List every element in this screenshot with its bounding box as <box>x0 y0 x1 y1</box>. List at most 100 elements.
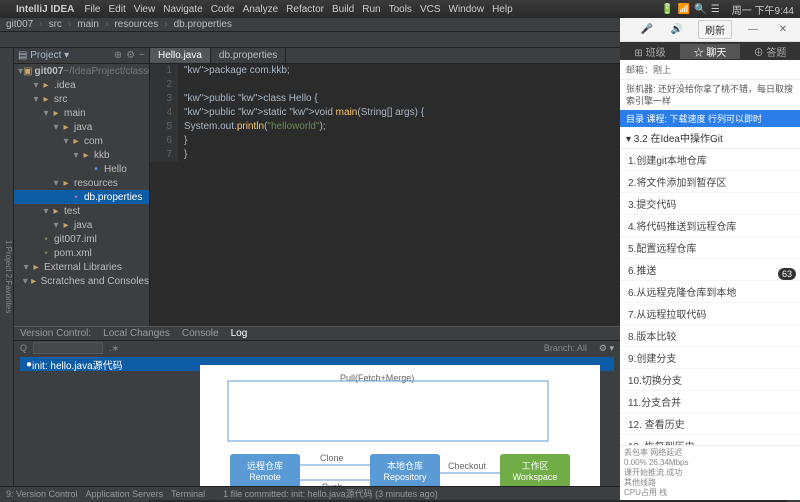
badge-count: 63 <box>778 268 796 280</box>
chat-tab[interactable]: ⊞ 班级 <box>620 44 680 59</box>
menu-refactor[interactable]: Refactor <box>286 4 324 15</box>
chat-message: 张机器: 还好没给你拿了桃不错，每日取搜索引擎一样 <box>620 80 800 110</box>
toc-item[interactable]: 6.从远程克隆仓库到本地 <box>620 281 800 303</box>
speaker-icon[interactable]: 🔊 <box>668 21 686 39</box>
tree-item[interactable]: ▾▸.idea <box>14 78 149 92</box>
menu-help[interactable]: Help <box>492 4 513 15</box>
svg-text:Checkout: Checkout <box>448 461 487 471</box>
toc-item[interactable]: 2.将文件添加到暂存区 <box>620 171 800 193</box>
branch-filter[interactable]: Branch: All <box>544 343 587 353</box>
toc-section-title[interactable]: ▾ 3.2 在Idea中操作Git <box>620 127 800 149</box>
menu-tools[interactable]: Tools <box>389 4 412 15</box>
toc-item[interactable]: 7.从远程拉取代码 <box>620 303 800 325</box>
gear-icon[interactable]: ⚙ <box>126 50 135 61</box>
crumb-segment[interactable]: resources <box>114 19 158 30</box>
menu-code[interactable]: Code <box>211 4 235 15</box>
remote-box: 远程仓库Remote <box>230 454 300 490</box>
crumb-segment[interactable]: main <box>77 19 99 30</box>
menu-navigate[interactable]: Navigate <box>163 4 202 15</box>
mac-menubar: IntelliJ IDEA File Edit View Navigate Code An… <box>0 0 800 18</box>
menu-window[interactable]: Window <box>449 4 485 15</box>
menu-view[interactable]: View <box>134 4 156 15</box>
tree-item[interactable]: ▾▸src <box>14 92 149 106</box>
tree-item[interactable]: •pom.xml <box>14 246 149 260</box>
chat-subheader: 邮箱：刚上 <box>620 60 800 80</box>
menu-run[interactable]: Run <box>362 4 380 15</box>
toc-header: 目录 课程: 下载速度 行列可以即时 <box>620 110 800 127</box>
left-tool-strip[interactable]: 1:Project 2:Favorites <box>0 48 14 502</box>
toc-item[interactable]: 3.提交代码 <box>620 193 800 215</box>
vcs-tab[interactable]: Console <box>182 328 219 339</box>
tree-item[interactable]: •git007.iml <box>14 232 149 246</box>
toc-item[interactable]: 5.配置远程仓库 <box>620 237 800 259</box>
status-message: 1 file committed: init: hello.java源代码 (3… <box>223 487 438 500</box>
mic-icon[interactable]: 🎤 <box>638 21 656 39</box>
toc-item[interactable]: 1.创建git本地仓库 <box>620 149 800 171</box>
vcs-tab[interactable]: Log <box>231 328 248 339</box>
chat-tabs: ⊞ 班级☆ 聊天⊕ 答题 <box>620 42 800 60</box>
crumb-segment[interactable]: db.properties <box>174 19 232 30</box>
git-diagram: Pull(Fetch+Merge) Clone Push Checkout 远程… <box>200 365 600 500</box>
editor-tab[interactable]: Hello.java <box>150 48 211 63</box>
toc-item[interactable]: 13. 恢复到历史 <box>620 435 800 445</box>
menubar-icon[interactable]: 📶 <box>678 4 690 15</box>
menu-analyze[interactable]: Analyze <box>243 4 279 15</box>
tree-item[interactable]: ▾▸java <box>14 218 149 232</box>
regex-icon[interactable]: .∗ <box>109 343 119 354</box>
status-item[interactable]: Application Servers <box>86 489 164 499</box>
tree-item[interactable]: •Hello <box>14 162 149 176</box>
menubar-icon[interactable]: ☰ <box>711 4 720 15</box>
status-item[interactable]: 9: Version Control <box>6 489 78 499</box>
course-panel: 🎤 🔊 刷新 — ✕ ⊞ 班级☆ 聊天⊕ 答题 邮箱：刚上 张机器: 还好没给你… <box>620 18 800 500</box>
chat-tab[interactable]: ⊕ 答题 <box>740 44 800 59</box>
toc-item[interactable]: 4.将代码推送到远程仓库 <box>620 215 800 237</box>
vcs-tab[interactable]: Version Control: <box>20 328 91 339</box>
tree-item[interactable]: ▾▸com <box>14 134 149 148</box>
source-code[interactable]: "kw">package com.kkb; "kw">public "kw">c… <box>178 64 424 162</box>
app-name: IntelliJ IDEA <box>16 4 74 15</box>
close-icon[interactable]: ✕ <box>774 21 792 39</box>
menu-vcs[interactable]: VCS <box>420 4 441 15</box>
workspace-box: 工作区Workspace <box>500 454 570 490</box>
gutter: 1234567 <box>150 64 178 162</box>
status-item[interactable]: Terminal <box>171 489 205 499</box>
refresh-button[interactable]: 刷新 <box>698 20 732 39</box>
toc-item[interactable]: 9.创建分支 <box>620 347 800 369</box>
repo-box: 本地仓库Repository <box>370 454 440 490</box>
tree-item[interactable]: ▾▸External Libraries <box>14 260 149 274</box>
hide-icon[interactable]: − <box>139 50 145 61</box>
menu-edit[interactable]: Edit <box>108 4 125 15</box>
toc-item[interactable]: 12. 查看历史 <box>620 413 800 435</box>
vcs-search-input[interactable] <box>33 342 103 354</box>
clock: 周一 下午9:44 <box>732 2 794 17</box>
tree-item[interactable]: ▾▸main <box>14 106 149 120</box>
toc-item[interactable]: 10.切换分支 <box>620 369 800 391</box>
chat-tab[interactable]: ☆ 聊天 <box>680 44 740 59</box>
crumb-segment[interactable]: src <box>49 19 62 30</box>
tree-item[interactable]: ▾▸resources <box>14 176 149 190</box>
tree-item[interactable]: ▾▸Scratches and Consoles <box>14 274 149 288</box>
minimize-icon[interactable]: — <box>744 21 762 39</box>
toc-item[interactable]: 8.版本比较 <box>620 325 800 347</box>
menubar-icon[interactable]: 🔍 <box>694 4 706 15</box>
gear-icon[interactable]: ⚙ ▾ <box>599 343 614 354</box>
menu-file[interactable]: File <box>84 4 100 15</box>
toc-item[interactable]: 11.分支合并 <box>620 391 800 413</box>
crumb-segment[interactable]: git007 <box>6 19 33 30</box>
tree-item[interactable]: ▾▸java <box>14 120 149 134</box>
tree-item[interactable]: •db.properties <box>14 190 149 204</box>
editor-tab[interactable]: db.properties <box>211 48 286 63</box>
project-view-selector[interactable]: ▤ Project ▾ <box>18 50 69 61</box>
menubar-icon[interactable]: 🔋 <box>661 4 673 15</box>
project-tree[interactable]: ▾▣git007 ~/IdeaProject/class00 ▾▸.idea▾▸… <box>14 64 149 288</box>
collapse-icon[interactable]: ⊕ <box>114 50 122 61</box>
tree-item[interactable]: ▾▸test <box>14 204 149 218</box>
menu-build[interactable]: Build <box>332 4 354 15</box>
chat-footer: 丢包率 网络延迟0.00% 26.34Mbps课开始推流.成功其他线路CPU占用… <box>620 445 800 500</box>
toc-list: 1.创建git本地仓库2.将文件添加到暂存区3.提交代码4.将代码推送到远程仓库… <box>620 149 800 445</box>
toc-item[interactable]: 6.推送 <box>620 259 800 281</box>
svg-text:Clone: Clone <box>320 453 344 463</box>
tree-item[interactable]: ▾▸kkb <box>14 148 149 162</box>
vcs-tab[interactable]: Local Changes <box>103 328 170 339</box>
filter-icon[interactable]: Q <box>20 343 27 353</box>
